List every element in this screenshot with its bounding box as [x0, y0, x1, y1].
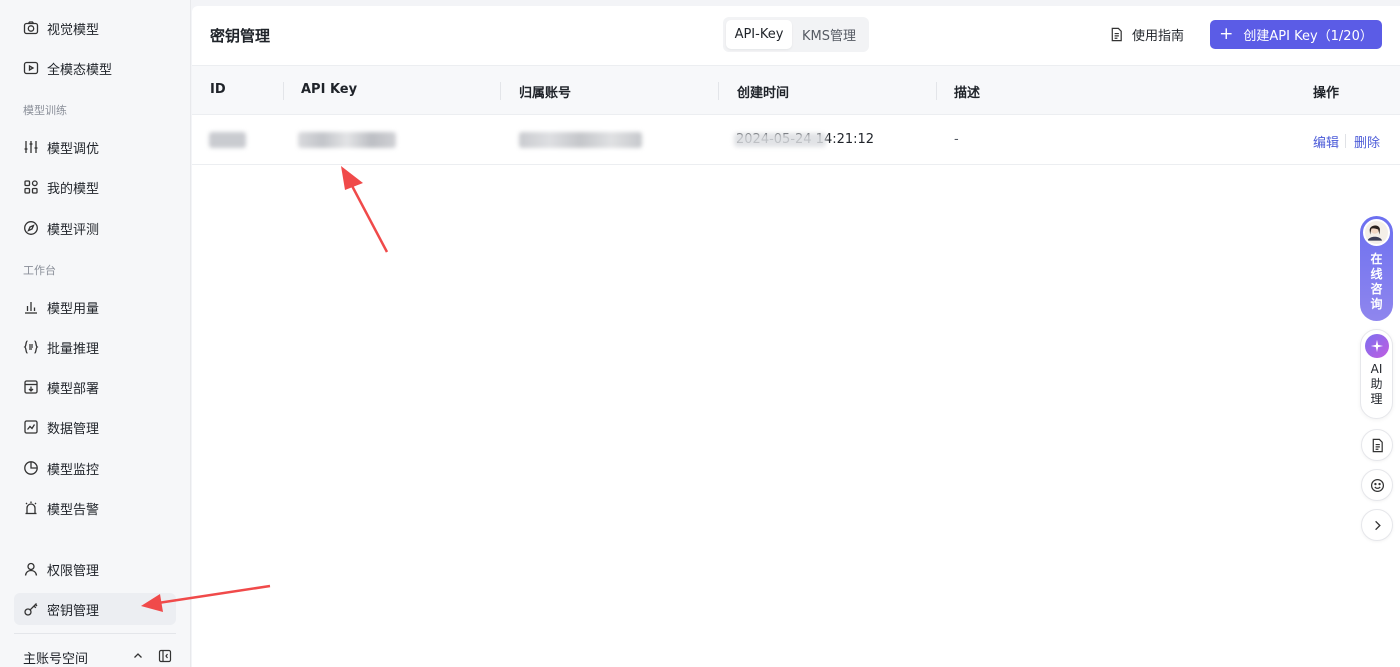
sidebar-item-monitoring[interactable]: 模型监控	[14, 452, 176, 484]
ai-assistant-widget[interactable]: AI助理	[1360, 329, 1393, 419]
tab-kms[interactable]: KMS管理	[792, 20, 866, 49]
action-divider	[1345, 134, 1346, 148]
online-consult-label: 在线咨询	[1370, 252, 1383, 311]
sidebar-item-alerts[interactable]: 模型告警	[14, 492, 176, 524]
sidebar-item-label: 我的模型	[47, 181, 100, 197]
table-header: ID API Key 归属账号 创建时间 描述 操作	[192, 65, 1400, 115]
alarm-icon	[23, 500, 39, 516]
chevron-up-icon	[134, 653, 142, 658]
sidebar-item-label: 模型监控	[47, 462, 100, 478]
delete-link[interactable]: 删除	[1354, 132, 1380, 151]
bar-chart-icon	[23, 299, 39, 315]
sidebar-item-permissions[interactable]: 权限管理	[14, 553, 176, 585]
float-feedback-button[interactable]	[1361, 469, 1393, 501]
section-label-training: 模型训练	[23, 104, 67, 117]
account-space-switcher[interactable]: 主账号空间	[23, 646, 178, 667]
sidebar-item-data-management[interactable]: 数据管理	[14, 411, 176, 443]
camera-icon	[23, 20, 39, 36]
sidebar-item-fine-tune[interactable]: 模型调优	[14, 131, 176, 163]
line-chart-icon	[23, 419, 39, 435]
ai-sparkle-icon	[1364, 334, 1389, 358]
sidebar-item-label: 全模态模型	[47, 62, 113, 78]
create-api-key-label: 创建API Key（1/20）	[1243, 29, 1373, 44]
description-value: -	[954, 132, 959, 147]
online-consult-widget[interactable]: 在线咨询	[1360, 216, 1393, 321]
sidebar-item-label: 批量推理	[47, 341, 100, 357]
sidebar-item-label: 模型评测	[47, 222, 100, 238]
sidebar-item-label: 权限管理	[47, 563, 100, 579]
tab-switcher: API-Key KMS管理	[723, 17, 869, 52]
float-document-button[interactable]	[1361, 429, 1393, 461]
redacted-date-part	[734, 133, 826, 147]
create-api-key-button[interactable]: + 创建API Key（1/20）	[1210, 20, 1382, 49]
column-header-api-key: API Key	[301, 82, 358, 97]
column-header-created-time: 创建时间	[737, 86, 790, 101]
sidebar-item-label: 密钥管理	[47, 603, 100, 619]
sliders-icon	[23, 139, 39, 155]
sidebar-item-deployment[interactable]: 模型部署	[14, 371, 176, 403]
sidebar-item-label: 模型用量	[47, 301, 100, 317]
sidebar-item-label: 模型部署	[47, 381, 100, 397]
collapse-sidebar-icon[interactable]	[158, 649, 172, 663]
redacted-api-key	[298, 132, 396, 148]
column-divider	[936, 82, 937, 100]
smiley-icon	[1370, 478, 1384, 492]
column-header-account: 归属账号	[519, 86, 572, 101]
float-expand-button[interactable]	[1361, 509, 1393, 541]
document-icon	[1111, 27, 1122, 42]
usage-guide-label: 使用指南	[1132, 29, 1185, 44]
redacted-id	[209, 132, 246, 148]
column-divider	[718, 82, 719, 100]
sidebar-item-omni-model[interactable]: 全模态模型	[14, 52, 176, 84]
page-title: 密钥管理	[210, 27, 271, 45]
sidebar-item-key-management[interactable]: 密钥管理	[14, 593, 176, 625]
usage-guide-link[interactable]: 使用指南	[1109, 25, 1184, 44]
edit-link[interactable]: 编辑	[1313, 132, 1339, 151]
sidebar-divider	[14, 633, 176, 634]
sidebar-item-label: 模型调优	[47, 141, 100, 157]
braces-list-icon	[23, 339, 39, 355]
sidebar-item-label: 数据管理	[47, 421, 100, 437]
chevron-right-icon	[1374, 520, 1381, 530]
compass-icon	[23, 220, 39, 236]
table-row: 2024-05-24 14:21:12 - 编辑 删除	[192, 115, 1400, 165]
sidebar-item-my-models[interactable]: 我的模型	[14, 171, 176, 203]
agent-avatar-icon	[1367, 225, 1383, 241]
agent-avatar	[1363, 219, 1390, 246]
grid-icon	[23, 179, 39, 195]
section-label-workbench: 工作台	[23, 264, 56, 277]
document-icon	[1372, 438, 1383, 452]
plus-icon: +	[1219, 24, 1234, 44]
user-icon	[23, 561, 39, 577]
key-icon	[23, 601, 39, 617]
sidebar-item-label: 视觉模型	[47, 22, 100, 38]
pie-chart-icon	[23, 460, 39, 476]
tab-api-key[interactable]: API-Key	[726, 20, 792, 49]
sidebar-item-visual-model[interactable]: 视觉模型	[14, 12, 176, 44]
sidebar-item-usage[interactable]: 模型用量	[14, 291, 176, 323]
sidebar: 视觉模型 全模态模型 模型训练 模型调优 我的模型 模型评测 工作台 模型用量	[0, 0, 191, 667]
deploy-box-icon	[23, 379, 39, 395]
ai-assistant-label: AI助理	[1370, 362, 1383, 406]
video-icon	[23, 60, 39, 76]
sidebar-item-batch-inference[interactable]: 批量推理	[14, 331, 176, 363]
column-header-id: ID	[210, 82, 226, 97]
main-panel: 密钥管理 API-Key KMS管理 使用指南 + 创建API Key（1/20…	[192, 6, 1400, 667]
column-divider	[500, 82, 501, 100]
column-header-description: 描述	[954, 86, 981, 101]
account-space-label: 主账号空间	[23, 651, 89, 667]
column-header-actions: 操作	[1313, 86, 1340, 101]
sidebar-item-evaluation[interactable]: 模型评测	[14, 212, 176, 244]
column-divider	[283, 82, 284, 100]
redacted-account	[519, 132, 642, 148]
sidebar-item-label: 模型告警	[47, 502, 100, 518]
